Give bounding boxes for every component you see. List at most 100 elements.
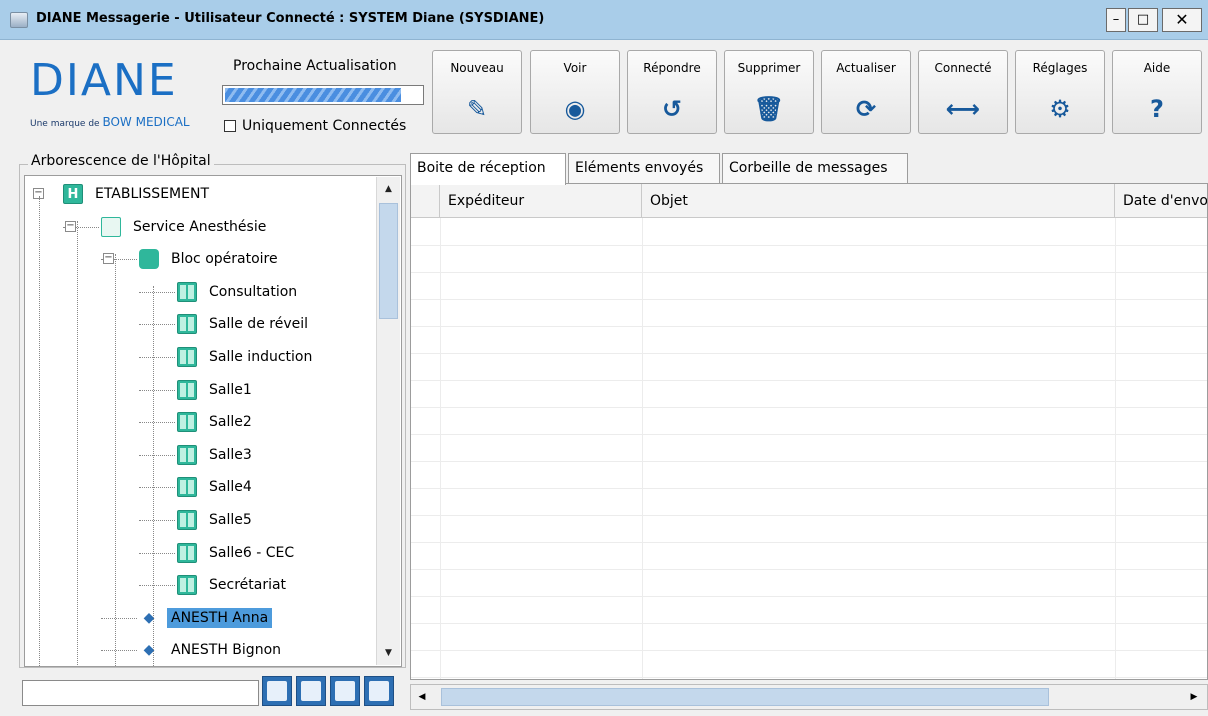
pencil-icon-glyph: ✎ bbox=[466, 95, 488, 123]
tree-item-label: ANESTH Anna bbox=[167, 607, 273, 628]
room-icon bbox=[177, 575, 197, 596]
tab-sent[interactable]: Eléments envoyés bbox=[568, 153, 720, 183]
tree-search-input[interactable] bbox=[22, 680, 259, 706]
trash-icon: 🗑 bbox=[725, 95, 813, 123]
scroll-down-icon[interactable]: ▼ bbox=[379, 643, 398, 663]
eye-icon: ◉ bbox=[531, 95, 619, 123]
calendar-icon bbox=[101, 216, 121, 237]
tree-item-label: Salle3 bbox=[209, 446, 252, 463]
tree-item[interactable]: Salle6 - CEC bbox=[177, 541, 298, 565]
tree-item[interactable]: Salle de réveil bbox=[177, 312, 312, 336]
refresh-label: Prochaine Actualisation bbox=[233, 58, 397, 74]
column-header-date[interactable]: Date d'envoi bbox=[1115, 184, 1207, 218]
room-icon bbox=[177, 314, 197, 335]
pencil-icon: ✎ bbox=[433, 95, 521, 123]
nouveau-button[interactable]: Nouveau ✎ bbox=[432, 50, 522, 134]
toolbar-button-label: Voir bbox=[563, 61, 587, 75]
window-title: DIANE Messagerie - Utilisateur Connecté … bbox=[36, 11, 545, 26]
connecte-button[interactable]: Connecté ⟷ bbox=[918, 50, 1008, 134]
collapse-icon[interactable]: − bbox=[65, 220, 76, 232]
tree-item-label: Secrétariat bbox=[209, 577, 287, 594]
filter-staff-button[interactable] bbox=[330, 676, 360, 706]
hospital-icon: H bbox=[63, 184, 83, 204]
filter-services-button[interactable] bbox=[262, 676, 292, 706]
filter-anesthetists-button[interactable] bbox=[296, 676, 326, 706]
toolbar-button-label: Répondre bbox=[643, 61, 701, 75]
grid-header: Expéditeur Objet Date d'envoi bbox=[411, 184, 1207, 218]
tagline-prefix: Une marque de bbox=[30, 119, 100, 129]
tree-item[interactable]: Secrétariat bbox=[177, 573, 290, 597]
repondre-button[interactable]: Répondre ↺ bbox=[627, 50, 717, 134]
diane-logo: DIANE bbox=[30, 55, 178, 106]
tree-item[interactable]: ◆ ANESTH Bignon bbox=[139, 638, 285, 662]
column-header-subject[interactable]: Objet bbox=[642, 184, 1115, 218]
tree-connector bbox=[153, 286, 154, 666]
tab-inbox[interactable]: Boite de réception bbox=[410, 153, 566, 185]
toolbar-button-label: Connecté bbox=[934, 61, 992, 75]
grid-row-line bbox=[411, 677, 1207, 678]
row-selector-header bbox=[411, 184, 440, 218]
refresh-icon-glyph: ⟳ bbox=[855, 95, 877, 123]
tree-connector bbox=[139, 291, 175, 293]
tree-connector bbox=[139, 585, 175, 587]
tree-item[interactable]: Bloc opératoire bbox=[139, 247, 282, 271]
tagline-brand: BOW MEDICAL bbox=[102, 115, 190, 129]
scroll-up-icon[interactable]: ▲ bbox=[379, 179, 398, 199]
progress-fill bbox=[225, 88, 402, 102]
tree-item[interactable]: Salle1 bbox=[177, 378, 256, 402]
logo-tagline: Une marque de BOW MEDICAL bbox=[30, 115, 190, 129]
tree-item[interactable]: Service Anesthésie bbox=[101, 215, 270, 239]
room-icon bbox=[177, 444, 197, 465]
grid-column-line bbox=[642, 218, 643, 679]
aide-button[interactable]: Aide? bbox=[1112, 50, 1202, 134]
filter-rooms-button[interactable] bbox=[364, 676, 394, 706]
actualiser-button[interactable]: Actualiser ⟳ bbox=[821, 50, 911, 134]
tree-connector bbox=[139, 389, 175, 391]
grid-row-line bbox=[411, 380, 1207, 381]
close-button[interactable]: ✕ bbox=[1162, 8, 1202, 32]
grid-row-line bbox=[411, 569, 1207, 570]
grid-row-line bbox=[411, 596, 1207, 597]
tree-item[interactable]: Salle3 bbox=[177, 443, 256, 467]
scroll-right-icon[interactable]: ▶ bbox=[1185, 688, 1203, 706]
toolbar-button-label: Réglages bbox=[1032, 61, 1088, 75]
anesthetist-icon: ◆ bbox=[143, 642, 155, 659]
tree-item-label: ETABLISSEMENT bbox=[95, 186, 209, 202]
maximize-button[interactable]: □ bbox=[1128, 8, 1158, 32]
message-grid[interactable]: Expéditeur Objet Date d'envoi bbox=[410, 183, 1208, 680]
tree-item[interactable]: H ETABLISSEMENT bbox=[63, 182, 213, 206]
column-header-sender[interactable]: Expéditeur bbox=[440, 184, 642, 218]
tree-item[interactable]: Consultation bbox=[177, 280, 301, 304]
tree-item[interactable]: Salle2 bbox=[177, 410, 256, 434]
tree-item[interactable]: Salle5 bbox=[177, 508, 256, 532]
trash-icon-glyph: 🗑 bbox=[753, 95, 785, 123]
tree-item[interactable]: Salle4 bbox=[177, 475, 256, 499]
tree-scroll-thumb[interactable] bbox=[379, 203, 398, 319]
tree-connector bbox=[139, 357, 175, 358]
grid-scroll-thumb[interactable] bbox=[441, 688, 1049, 706]
grid-horizontal-scrollbar[interactable]: ◀ ▶ bbox=[410, 684, 1208, 710]
checkbox-box[interactable] bbox=[224, 120, 236, 132]
gears-icon: ⚙ bbox=[1016, 95, 1104, 123]
supprimer-button[interactable]: Supprimer 🗑 bbox=[724, 50, 814, 134]
hospital-tree[interactable]: H ETABLISSEMENT − Service Anesthésie − Bloc o… bbox=[24, 175, 402, 667]
grid-column-line bbox=[440, 218, 441, 679]
anesthetist-icon: ◆ bbox=[143, 609, 155, 626]
minimize-button[interactable]: – bbox=[1106, 8, 1126, 32]
app-icon bbox=[10, 12, 28, 28]
reglages-button[interactable]: Réglages ⚙ bbox=[1015, 50, 1105, 134]
room-icon bbox=[177, 412, 197, 433]
tree-item-label: Salle2 bbox=[209, 414, 252, 431]
room-icon bbox=[177, 379, 197, 400]
tree-item[interactable]: ◆ ANESTH Anna bbox=[139, 606, 273, 630]
tree-scrollbar[interactable]: ▲ ▼ bbox=[376, 177, 400, 665]
voir-button[interactable]: Voir ◉ bbox=[530, 50, 620, 134]
grid-row-line bbox=[411, 272, 1207, 273]
tree-item[interactable]: Salle induction bbox=[177, 345, 316, 369]
only-connected-checkbox[interactable]: Uniquement Connectés bbox=[224, 118, 406, 134]
collapse-icon[interactable]: − bbox=[103, 253, 114, 265]
grid-row-line bbox=[411, 245, 1207, 246]
scroll-left-icon[interactable]: ◀ bbox=[413, 688, 431, 706]
room-icon bbox=[177, 542, 197, 563]
tab-trash[interactable]: Corbeille de messages bbox=[722, 153, 908, 183]
